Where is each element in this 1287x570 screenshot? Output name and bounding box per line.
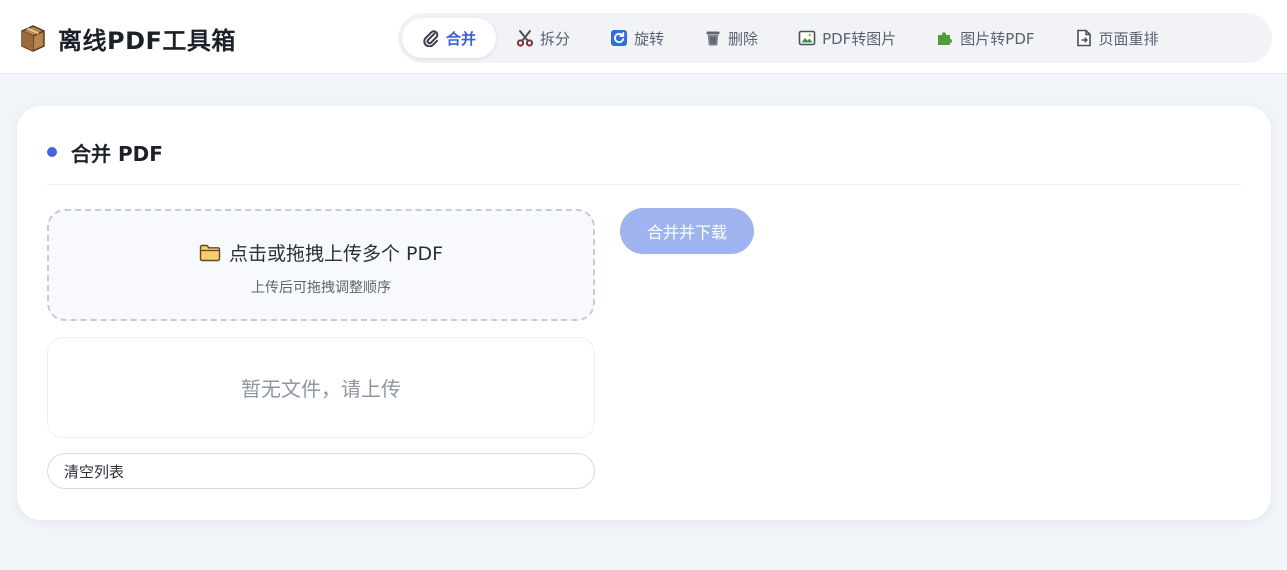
- puzzle-icon: [938, 32, 953, 45]
- tab-image-to-pdf[interactable]: 图片转PDF: [916, 18, 1054, 58]
- tab-rotate[interactable]: 旋转: [590, 18, 684, 58]
- tab-split[interactable]: 拆分: [496, 18, 590, 58]
- tab-reorder-label: 页面重排: [1098, 29, 1159, 48]
- tab-delete-label: 删除: [728, 29, 759, 48]
- section-dot-icon: [47, 147, 57, 157]
- merge-panel: 合并 PDF 点击或拖拽上传多个 PDF 上传后可拖拽调整顺序 暂无文件，请上传…: [17, 106, 1271, 520]
- rotate-icon: [611, 30, 628, 46]
- empty-state-text: 暂无文件，请上传: [241, 377, 401, 401]
- merge-download-button[interactable]: 合并并下载: [620, 208, 754, 254]
- clear-list-button[interactable]: 清空列表: [47, 453, 595, 489]
- tab-image-to-pdf-label: 图片转PDF: [960, 29, 1035, 48]
- tab-delete[interactable]: 删除: [684, 18, 778, 58]
- app-header: 离线PDF工具箱 合并 拆分 旋转 删除 PDF转图片 图片转PDF 页面重排: [0, 0, 1287, 74]
- file-list-empty: 暂无文件，请上传: [47, 337, 595, 438]
- paperclip-icon: [423, 30, 439, 47]
- tab-merge[interactable]: 合并: [402, 18, 497, 58]
- tab-reorder[interactable]: 页面重排: [1055, 18, 1179, 58]
- image-icon: [798, 30, 816, 46]
- panel-header: 合并 PDF: [47, 138, 163, 166]
- tab-rotate-label: 旋转: [634, 29, 665, 48]
- panel-divider: [47, 184, 1241, 185]
- page-icon: [1076, 29, 1091, 47]
- trash-icon: [706, 31, 720, 46]
- folder-icon: [199, 244, 221, 261]
- tab-merge-label: 合并: [446, 29, 477, 48]
- panel-title: 合并 PDF: [71, 141, 163, 166]
- app-title: 离线PDF工具箱: [58, 26, 236, 55]
- box-icon: [21, 25, 45, 52]
- upload-dropzone[interactable]: 点击或拖拽上传多个 PDF 上传后可拖拽调整顺序: [47, 209, 595, 321]
- tab-split-label: 拆分: [540, 29, 571, 48]
- dropzone-main: 点击或拖拽上传多个 PDF: [49, 239, 593, 266]
- dropzone-hint: 上传后可拖拽调整顺序: [251, 280, 391, 296]
- dropzone-main-text: 点击或拖拽上传多个 PDF: [228, 243, 444, 265]
- scissors-icon: [516, 30, 534, 47]
- tool-nav: 合并 拆分 旋转 删除 PDF转图片 图片转PDF 页面重排: [398, 13, 1272, 63]
- tab-pdf-to-image-label: PDF转图片: [822, 29, 897, 48]
- tab-pdf-to-image[interactable]: PDF转图片: [778, 18, 916, 58]
- brand: 离线PDF工具箱: [18, 22, 236, 55]
